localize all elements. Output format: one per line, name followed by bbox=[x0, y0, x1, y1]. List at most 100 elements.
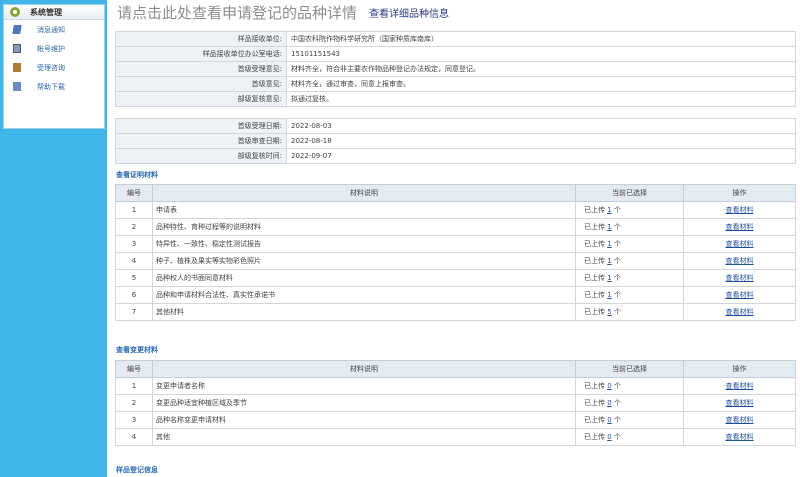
row-desc: 种子、植株及果实等实物彩色照片 bbox=[152, 252, 576, 270]
row-no: 2 bbox=[115, 218, 153, 236]
view-material-link[interactable]: 查看材料 bbox=[726, 274, 754, 282]
info-label: 部级复核意见: bbox=[115, 91, 287, 107]
view-material-link[interactable]: 查看材料 bbox=[726, 240, 754, 248]
row-no: 3 bbox=[115, 411, 153, 429]
info-value: 中国农科院作物科学研究所（国家种质库南库） bbox=[286, 31, 796, 47]
file-count-link[interactable]: 0 bbox=[607, 433, 611, 441]
info-label: 样品接收单位办公室电话: bbox=[115, 46, 287, 62]
table-row: 7 其他材料 已上传 5 个 查看材料 bbox=[115, 303, 796, 321]
row-no: 2 bbox=[115, 394, 153, 412]
row-selected: 已上传 0 个 bbox=[575, 411, 684, 429]
selected-prefix: 已上传 bbox=[584, 308, 605, 316]
info-label: 样品接收单位: bbox=[115, 31, 287, 47]
row-op: 查看材料 bbox=[683, 235, 796, 253]
info-value: 材料齐全，符合非主要农作物品种登记办法规定，同意登记。 bbox=[286, 61, 796, 77]
sidebar-item-messages[interactable]: 消息通知 bbox=[4, 20, 104, 39]
file-count-link[interactable]: 1 bbox=[607, 206, 611, 214]
view-material-link[interactable]: 查看材料 bbox=[726, 433, 754, 441]
info-value: 材料齐全，通过审查，同意上报审查。 bbox=[286, 76, 796, 92]
row-desc: 品种名称变更申请材料 bbox=[152, 411, 576, 429]
selected-unit: 个 bbox=[613, 274, 621, 282]
sidebar-item-label: 受理咨询 bbox=[37, 63, 65, 72]
view-material-link[interactable]: 查看材料 bbox=[726, 223, 754, 231]
date-label: 首级审查日期: bbox=[115, 133, 287, 149]
view-material-link[interactable]: 查看材料 bbox=[726, 399, 754, 407]
view-material-link[interactable]: 查看材料 bbox=[726, 257, 754, 265]
view-material-link[interactable]: 查看材料 bbox=[726, 416, 754, 424]
selected-unit: 个 bbox=[613, 433, 621, 441]
selected-unit: 个 bbox=[613, 223, 621, 231]
view-material-link[interactable]: 查看材料 bbox=[726, 308, 754, 316]
col-header-op: 操作 bbox=[683, 360, 796, 378]
sidebar-title: 系统管理 bbox=[30, 7, 62, 17]
file-count-link[interactable]: 1 bbox=[607, 223, 611, 231]
sidebar-item-download[interactable]: 帮助下载 bbox=[4, 77, 104, 96]
sidebar-item-consult[interactable]: 受理咨询 bbox=[4, 58, 104, 77]
row-selected: 已上传 0 个 bbox=[575, 394, 684, 412]
selected-prefix: 已上传 bbox=[584, 399, 605, 407]
col-header-no: 编号 bbox=[115, 360, 153, 378]
row-desc: 品种特性、育种过程等的说明材料 bbox=[152, 218, 576, 236]
table-row: 1 变更申请者名称 已上传 0 个 查看材料 bbox=[115, 377, 796, 395]
info-row: 首级受理意见: 材料齐全，符合非主要农作物品种登记办法规定，同意登记。 bbox=[115, 61, 796, 77]
sidebar-header[interactable]: 系统管理 bbox=[4, 5, 104, 20]
row-desc: 申请表 bbox=[152, 201, 576, 219]
change-section-title: 查看变更材料 bbox=[116, 346, 158, 354]
table-row: 4 种子、植株及果实等实物彩色照片 已上传 1 个 查看材料 bbox=[115, 252, 796, 270]
row-op: 查看材料 bbox=[683, 394, 796, 412]
file-count-link[interactable]: 5 bbox=[607, 308, 611, 316]
file-count-link[interactable]: 0 bbox=[607, 399, 611, 407]
row-no: 4 bbox=[115, 428, 153, 446]
view-variety-detail-link[interactable]: 查看详细品种信息 bbox=[369, 5, 449, 20]
account-icon bbox=[13, 44, 21, 53]
row-selected: 已上传 1 个 bbox=[575, 286, 684, 304]
col-header-no: 编号 bbox=[115, 184, 153, 202]
file-count-link[interactable]: 0 bbox=[607, 416, 611, 424]
date-row: 部级复核时间: 2022-09-07 bbox=[115, 148, 796, 164]
selected-prefix: 已上传 bbox=[584, 223, 605, 231]
selected-unit: 个 bbox=[613, 382, 621, 390]
row-selected: 已上传 1 个 bbox=[575, 201, 684, 219]
row-selected: 已上传 0 个 bbox=[575, 377, 684, 395]
date-row: 首级受理日期: 2022-08-03 bbox=[115, 118, 796, 134]
info-label: 首级受理意见: bbox=[115, 61, 287, 77]
download-icon bbox=[13, 82, 21, 91]
file-count-link[interactable]: 1 bbox=[607, 257, 611, 265]
date-label: 首级受理日期: bbox=[115, 118, 287, 134]
change-materials-table: 编号 材料说明 当前已选择 操作 1 变更申请者名称 已上传 0 个查看材料 2 变更… bbox=[115, 360, 796, 446]
consult-icon bbox=[13, 63, 21, 72]
file-count-link[interactable]: 1 bbox=[607, 291, 611, 299]
row-selected: 已上传 1 个 bbox=[575, 235, 684, 253]
row-desc: 变更品种适宜种植区域及季节 bbox=[152, 394, 576, 412]
selected-unit: 个 bbox=[613, 308, 621, 316]
selected-unit: 个 bbox=[613, 416, 621, 424]
date-row: 首级审查日期: 2022-08-18 bbox=[115, 133, 796, 149]
selected-prefix: 已上传 bbox=[584, 291, 605, 299]
selected-unit: 个 bbox=[613, 206, 621, 214]
sidebar-panel: 系统管理 消息通知 帐号维护 受理咨询 帮助下载 bbox=[3, 4, 105, 129]
proof-materials-table: 编号 材料说明 当前已选择 操作 1 申请表 已上传 1 个查看材料 2 品种特性、育… bbox=[115, 184, 796, 321]
sidebar-item-label: 帐号维护 bbox=[37, 44, 65, 53]
row-desc: 品种和申请材料合法性、真实性承诺书 bbox=[152, 286, 576, 304]
sidebar-item-account[interactable]: 帐号维护 bbox=[4, 39, 104, 58]
page-title[interactable]: 请点击此处查看申请登记的品种详情 bbox=[117, 2, 357, 23]
view-material-link[interactable]: 查看材料 bbox=[726, 206, 754, 214]
file-count-link[interactable]: 1 bbox=[607, 240, 611, 248]
proof-section-title: 查看证明材料 bbox=[116, 171, 158, 179]
info-label: 首级意见: bbox=[115, 76, 287, 92]
row-op: 查看材料 bbox=[683, 303, 796, 321]
selected-prefix: 已上传 bbox=[584, 257, 605, 265]
file-count-link[interactable]: 1 bbox=[607, 274, 611, 282]
row-op: 查看材料 bbox=[683, 252, 796, 270]
row-selected: 已上传 5 个 bbox=[575, 303, 684, 321]
table-row: 1 申请表 已上传 1 个 查看材料 bbox=[115, 201, 796, 219]
view-material-link[interactable]: 查看材料 bbox=[726, 291, 754, 299]
table-row: 3 品种名称变更申请材料 已上传 0 个 查看材料 bbox=[115, 411, 796, 429]
view-material-link[interactable]: 查看材料 bbox=[726, 382, 754, 390]
gear-icon bbox=[10, 7, 20, 17]
sidebar: 系统管理 消息通知 帐号维护 受理咨询 帮助下载 bbox=[0, 0, 107, 477]
file-count-link[interactable]: 0 bbox=[607, 382, 611, 390]
row-op: 查看材料 bbox=[683, 428, 796, 446]
selected-unit: 个 bbox=[613, 399, 621, 407]
col-header-desc: 材料说明 bbox=[152, 184, 576, 202]
